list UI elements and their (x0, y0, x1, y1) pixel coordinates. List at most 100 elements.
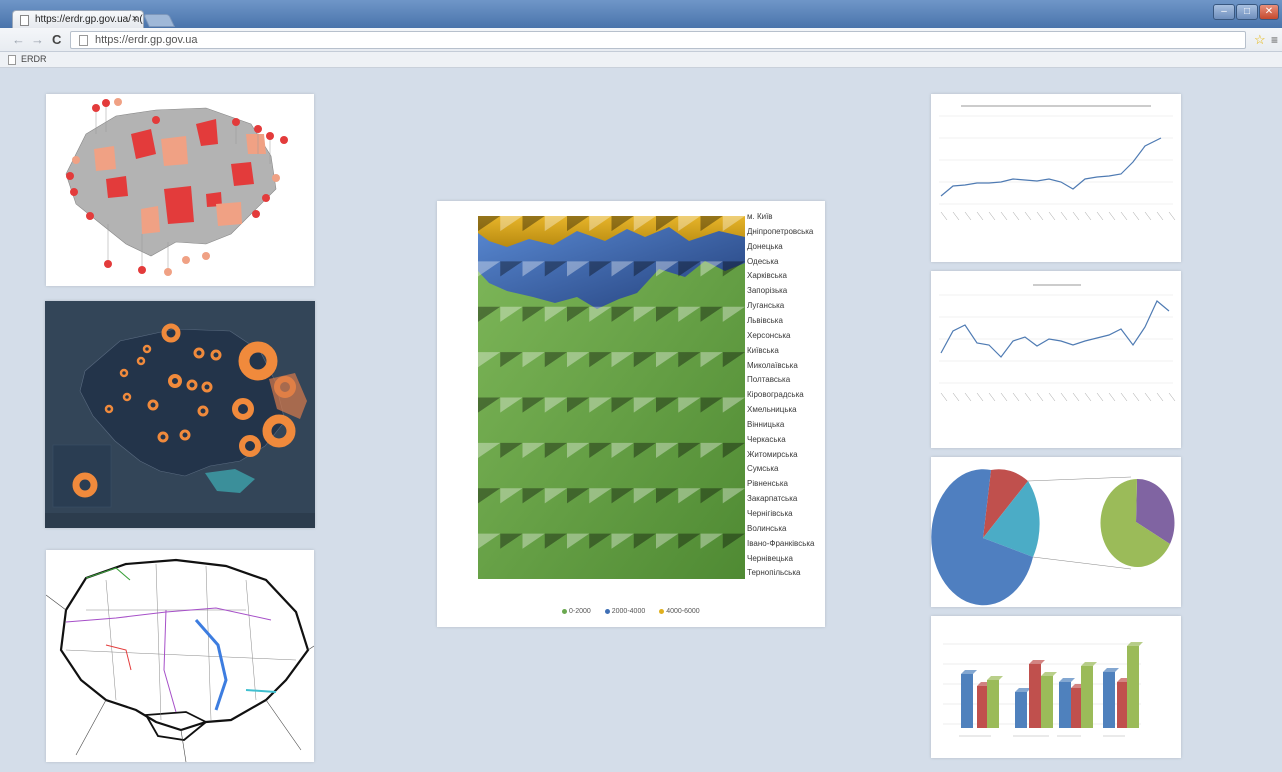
region-label: Житомирська (747, 449, 798, 459)
x-tick-label (1132, 392, 1140, 402)
bookmark-erdr[interactable]: ERDR (8, 54, 47, 65)
x-tick-label (1060, 211, 1068, 221)
bookmark-label: ERDR (21, 54, 47, 64)
address-bar[interactable]: https://erdr.gp.gov.ua (70, 31, 1246, 49)
x-tick-label (1048, 211, 1056, 221)
legend-item-4000-6000: 4000-6000 (659, 608, 705, 615)
region-label: Одеська (747, 256, 779, 266)
window-titlebar: https://erdr.gp.gov.ua/ n( × – □ ✕ (0, 0, 1282, 28)
region-label: Полтавська (747, 375, 791, 385)
bar (1103, 672, 1115, 728)
bar-top (1029, 660, 1045, 664)
bar (961, 674, 973, 728)
region-label: Київська (747, 345, 779, 355)
minimize-button[interactable]: – (1213, 4, 1235, 20)
bar (1015, 692, 1027, 728)
maximize-button[interactable]: □ (1236, 4, 1258, 20)
bar (1081, 666, 1093, 728)
legend-item-0-2000: 0-2000 (562, 608, 597, 615)
x-tick-label (964, 392, 972, 402)
region-label: Черкаська (747, 434, 786, 444)
region-label: Вінницька (747, 419, 785, 429)
region-label: Харківська (747, 271, 787, 281)
x-tick-label (1012, 211, 1020, 221)
region-label: Львівська (747, 315, 783, 325)
regional-donut-map[interactable] (45, 301, 315, 528)
bar (1029, 664, 1041, 728)
x-tick-label (1096, 392, 1104, 402)
x-tick-label (1000, 392, 1008, 402)
x-tick-label (1072, 211, 1080, 221)
region-label: Сумська (747, 464, 779, 474)
bar (987, 680, 999, 728)
x-tick-label (988, 211, 996, 221)
x-tick-label (1012, 392, 1020, 402)
x-tick-label (976, 392, 984, 402)
region-label: Луганська (747, 301, 785, 311)
region-label: Хмельницька (747, 405, 797, 415)
region-label: Тернопільська (747, 568, 801, 578)
x-tick-label (1120, 392, 1128, 402)
x-tick-label (1024, 211, 1032, 221)
bar-top (1103, 668, 1119, 672)
close-window-button[interactable]: ✕ (1259, 4, 1279, 20)
bar-top (1059, 678, 1075, 682)
x-tick-label (1108, 392, 1116, 402)
bar (1059, 682, 1071, 728)
bar (1127, 646, 1139, 728)
region-label: Закарпатська (747, 494, 798, 504)
x-tick-label (1168, 392, 1176, 402)
pie-of-pie-chart[interactable] (931, 457, 1181, 607)
x-tick-label (1120, 211, 1128, 221)
region-label: Миколаївська (747, 360, 798, 370)
bar (1041, 676, 1053, 728)
x-tick-label (1048, 392, 1056, 402)
forward-icon[interactable]: → (31, 32, 44, 47)
tab-close-icon[interactable]: × (132, 13, 138, 25)
legend-item-2000-4000: 2000-4000 (604, 608, 651, 615)
region-label: Чернівецька (747, 553, 793, 563)
3d-bar-chart[interactable] (931, 616, 1181, 758)
x-tick-label (964, 211, 972, 221)
x-tick-label (1084, 392, 1092, 402)
x-tick-label (940, 392, 948, 402)
bar-top (1041, 672, 1057, 676)
x-tick-label (1144, 392, 1152, 402)
new-tab-button[interactable] (142, 14, 176, 27)
page-icon (8, 55, 16, 65)
bar-top (1015, 688, 1031, 692)
x-tick-label (1144, 211, 1152, 221)
x-tick-label (1156, 211, 1164, 221)
x-tick-label (952, 392, 960, 402)
region-label: Херсонська (747, 330, 791, 340)
x-tick-label (976, 211, 984, 221)
back-icon[interactable]: ← (12, 32, 25, 47)
region-label: Івано-Франківська (747, 538, 815, 548)
trend-line-chart[interactable] (931, 94, 1181, 262)
x-tick-label (952, 211, 960, 221)
region-label: Чернігівська (747, 509, 793, 518)
region-label: Донецька (747, 241, 783, 251)
second-line-chart[interactable] (931, 271, 1181, 448)
menu-icon[interactable]: ≡ (1271, 33, 1278, 47)
x-tick-label (1036, 392, 1044, 402)
star-icon[interactable]: ☆ (1254, 32, 1266, 48)
bar-top (1081, 662, 1097, 666)
x-tick-label (1156, 392, 1164, 402)
x-tick-label (1000, 211, 1008, 221)
region-label: Запорізька (747, 286, 788, 296)
route-outline-map[interactable] (46, 550, 314, 762)
region-label: Волинська (747, 523, 787, 533)
bar-top (961, 670, 977, 674)
address-text: https://erdr.gp.gov.ua (95, 34, 198, 46)
region-label: Дніпропетровська (747, 226, 814, 236)
regional-heat-map[interactable] (46, 94, 314, 286)
page-icon (20, 15, 29, 26)
reload-icon[interactable]: C (52, 32, 61, 47)
region-label: м. Київ (747, 212, 773, 221)
mosaic-legend: 0-2000 2000-4000 4000-6000 (562, 608, 712, 615)
x-tick-label (1036, 211, 1044, 221)
tab-title: https://erdr.gp.gov.ua/ n( (35, 14, 143, 25)
browser-tab[interactable]: https://erdr.gp.gov.ua/ n( × (12, 10, 144, 28)
x-tick-label (1084, 211, 1092, 221)
